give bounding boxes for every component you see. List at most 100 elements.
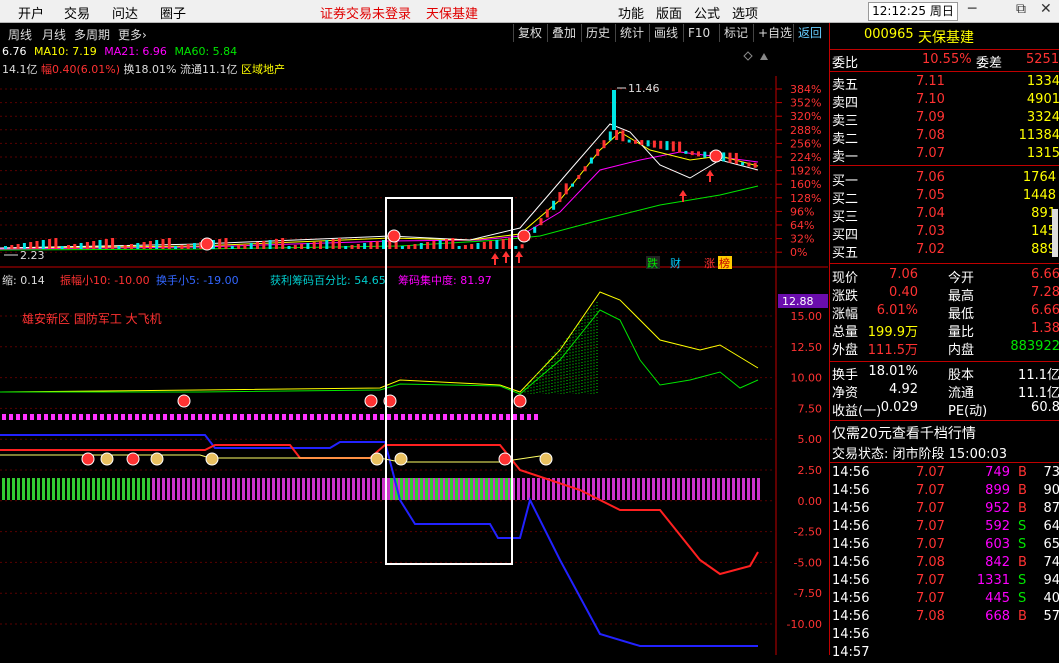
dash-mark (114, 414, 118, 420)
candle (621, 130, 625, 142)
dash-mark (72, 414, 76, 420)
bar-mark (272, 478, 275, 500)
stat2-value-2: 60.8 (1031, 400, 1059, 415)
dash-mark (534, 414, 538, 420)
ask-label: 卖三 (832, 114, 859, 129)
candle (476, 243, 480, 249)
signal-ball[interactable] (200, 237, 214, 251)
badge-rank[interactable]: 榜 (719, 256, 730, 270)
dash-mark (135, 414, 139, 420)
bar-mark (217, 478, 220, 500)
ask-volume: 4901 (1026, 92, 1059, 107)
diamond-icon[interactable] (743, 51, 753, 61)
bar-mark (667, 478, 670, 500)
candle (571, 183, 574, 187)
concept-tags[interactable]: 雄安新区 国防军工 大飞机 (22, 310, 162, 327)
stat2-value: 18.01% (868, 364, 918, 379)
bar-mark (147, 478, 150, 500)
dash-mark (23, 414, 27, 420)
candle (130, 244, 133, 249)
bar-mark (337, 478, 340, 500)
bar-mark (87, 478, 90, 500)
bar-mark (527, 478, 530, 500)
signal-ball[interactable] (498, 452, 512, 466)
kline-chart[interactable]: 384%352%320%288%256%224%192%160%128%96%6… (0, 0, 829, 655)
candle (193, 243, 196, 249)
signal-ball[interactable] (517, 229, 531, 243)
badge-up[interactable]: 涨 (704, 257, 715, 270)
candle (60, 246, 64, 249)
dash-mark (401, 414, 405, 420)
promo-text[interactable]: 仅需20元查看千档行情 (832, 423, 976, 443)
promo-row[interactable]: 仅需20元查看千档行情 (830, 423, 1059, 443)
candle (29, 242, 33, 249)
bar-mark (607, 478, 610, 500)
bar-mark (747, 478, 750, 500)
signal-ball[interactable] (126, 452, 140, 466)
dash-mark (93, 414, 97, 420)
dash-mark (478, 414, 482, 420)
candle (136, 243, 140, 249)
tick-volume: 603 (985, 537, 1010, 552)
bar-mark (67, 478, 70, 500)
stat2-label-2: 股本 (948, 368, 975, 383)
candle (186, 244, 190, 249)
signal-ball[interactable] (364, 394, 378, 408)
bar-mark (737, 478, 740, 500)
quote-panel: 000965 天保基建 委比 10.55% 委差 5251 卖五 7.11 1334… (829, 23, 1059, 660)
candle (489, 241, 493, 249)
money-bag-icon[interactable] (205, 452, 219, 466)
stat2-row: 换手 18.01% 股本 11.1亿 (830, 364, 1059, 383)
bar-mark (712, 478, 715, 500)
tick-row: 14:56 7.08 842 B 74 (830, 555, 1059, 573)
money-bag-icon[interactable] (150, 452, 164, 466)
bar-mark (117, 478, 120, 500)
indicator-y-tick: 10.00 (791, 372, 823, 385)
tick-time: 14:56 (832, 609, 870, 624)
dash-mark (366, 414, 370, 420)
bar-mark (267, 478, 270, 500)
y-tick-label: 320% (790, 110, 821, 123)
candle (375, 241, 379, 249)
dash-mark (289, 414, 293, 420)
signal-ball[interactable] (513, 394, 527, 408)
minimize-icon[interactable]: ─ (968, 1, 976, 17)
candle (413, 244, 417, 249)
bar-mark (52, 478, 55, 500)
maximize-icon[interactable]: ⧉ (1016, 1, 1026, 17)
badge-down[interactable]: 跌 (647, 256, 658, 270)
bar-mark (347, 478, 350, 500)
bar-mark (202, 478, 205, 500)
stock-code: 000965 (864, 27, 914, 42)
indicator-y-tick: 15.00 (791, 310, 823, 323)
money-bag-icon[interactable] (539, 452, 553, 466)
bar-mark (107, 478, 110, 500)
y-tick-label: 256% (790, 137, 821, 150)
signal-ball[interactable] (709, 149, 723, 163)
bar-mark (302, 478, 305, 500)
triangle-icon[interactable] (760, 53, 768, 60)
candle (665, 141, 669, 151)
badge-finance[interactable]: 财 (670, 256, 681, 270)
signal-ball[interactable] (177, 394, 191, 408)
scrollbar[interactable] (1052, 209, 1058, 257)
low-label: 2.23 (20, 249, 45, 262)
money-bag-icon[interactable] (370, 452, 384, 466)
bar-mark (455, 478, 458, 500)
candle (148, 241, 152, 249)
bar-mark (567, 478, 570, 500)
dash-mark (226, 414, 230, 420)
stat2-label-2: 流通 (948, 386, 975, 401)
candle (54, 238, 58, 249)
signal-ball[interactable] (81, 452, 95, 466)
divider (830, 462, 1059, 463)
stat2-label: 净资 (832, 386, 859, 401)
tick-time: 14:57 (832, 645, 870, 660)
money-bag-icon[interactable] (100, 452, 114, 466)
close-icon[interactable]: ✕ (1040, 1, 1052, 17)
dash-mark (464, 414, 468, 420)
bar-mark (500, 478, 503, 500)
signal-ball[interactable] (387, 229, 401, 243)
candle (652, 140, 656, 148)
money-bag-icon[interactable] (394, 452, 408, 466)
